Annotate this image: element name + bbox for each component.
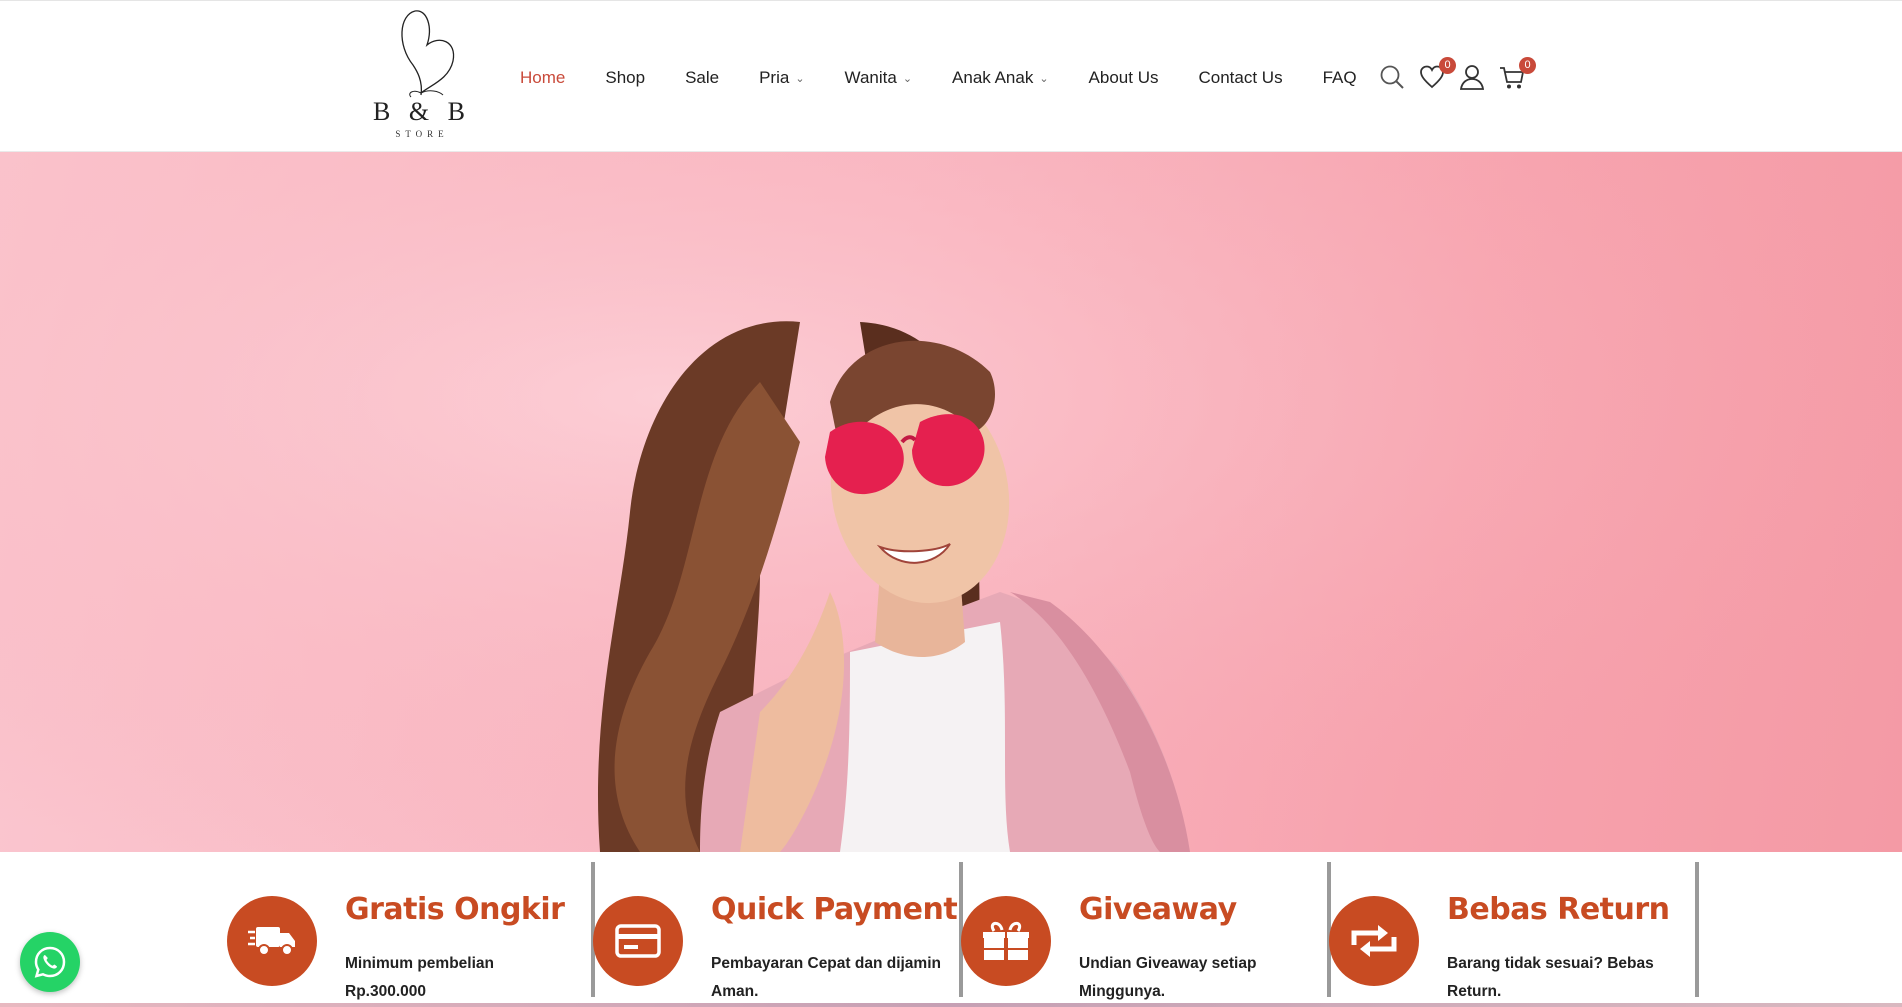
cart-icon[interactable]: 0: [1498, 57, 1536, 93]
nav-label: Contact Us: [1198, 68, 1283, 87]
feature-title: Quick Payment: [711, 892, 958, 927]
nav-label: Wanita: [844, 68, 897, 87]
butterfly-logo-icon: [401, 10, 455, 98]
feature-description: Barang tidak sesuai? Bebas Return.: [1447, 955, 1654, 1000]
nav-label: Sale: [685, 68, 720, 87]
feature-description: Undian Giveaway setiap Minggunya.: [1079, 955, 1257, 1000]
chevron-down-icon: ⌄: [902, 72, 913, 85]
credit-card-icon: [593, 896, 683, 986]
bottom-image-strip: [0, 1003, 1902, 1007]
nav-item-wanita[interactable]: Wanita ⌄: [845, 68, 913, 88]
logo-brand-text: B & B: [373, 97, 471, 126]
chevron-down-icon: ⌄: [795, 72, 805, 85]
return-arrows-icon: [1329, 896, 1419, 986]
nav-item-home[interactable]: Home: [520, 68, 565, 88]
features-bar: Gratis Ongkir Minimum pembelian Rp.300.0…: [0, 852, 1902, 1007]
feature-title: Gratis Ongkir: [345, 892, 565, 927]
logo-sub-text: STORE: [395, 129, 449, 139]
delivery-truck-icon: [227, 896, 317, 986]
feature-bebas-return: Bebas Return Barang tidak sesuai? Bebas …: [1329, 862, 1699, 1000]
nav-label: About Us: [1088, 68, 1159, 87]
feature-description: Minimum pembelian Rp.300.000: [345, 955, 494, 1000]
hero-banner[interactable]: [0, 152, 1902, 852]
feature-description: Pembayaran Cepat dan dijamin Aman.: [711, 955, 941, 1000]
user-icon[interactable]: [1458, 63, 1488, 93]
nav-item-sale[interactable]: Sale: [685, 68, 719, 88]
feature-gratis-ongkir: Gratis Ongkir Minimum pembelian Rp.300.0…: [227, 862, 595, 1000]
store-logo[interactable]: B & B STORE: [372, 5, 472, 151]
nav-label: Pria: [759, 68, 790, 87]
feature-giveaway: Giveaway Undian Giveaway setiap Mingguny…: [961, 862, 1331, 1000]
main-navigation: Home Shop Sale Pria ⌄ Wanita ⌄ Anak Anak ⌄ …: [520, 61, 1397, 95]
feature-title: Giveaway: [1079, 892, 1237, 927]
nav-item-faq[interactable]: FAQ: [1323, 68, 1357, 88]
whatsapp-chat-button[interactable]: [20, 932, 80, 992]
chevron-down-icon: ⌄: [1039, 72, 1049, 85]
nav-label: Home: [520, 68, 566, 87]
heart-icon[interactable]: 0: [1418, 57, 1456, 93]
gift-icon: [961, 896, 1051, 986]
wishlist-count-badge: 0: [1439, 57, 1456, 74]
cart-count-badge: 0: [1519, 57, 1536, 74]
nav-label: Anak Anak: [952, 68, 1034, 87]
search-icon[interactable]: [1378, 63, 1408, 93]
nav-label: FAQ: [1322, 68, 1357, 87]
feature-title: Bebas Return: [1447, 892, 1670, 927]
nav-item-pria[interactable]: Pria ⌄: [759, 68, 804, 88]
feature-quick-payment: Quick Payment Pembayaran Cepat dan dijam…: [593, 862, 963, 1000]
site-header: B & B STORE Home Shop Sale Pria ⌄ Wanita ⌄…: [0, 0, 1902, 152]
nav-item-about-us[interactable]: About Us: [1089, 68, 1159, 88]
nav-item-shop[interactable]: Shop: [605, 68, 645, 88]
nav-item-anak-anak[interactable]: Anak Anak ⌄: [952, 68, 1049, 88]
nav-item-contact-us[interactable]: Contact Us: [1198, 68, 1282, 88]
header-icons: 0 0: [1378, 57, 1538, 93]
hero-woman-photo: [0, 152, 1902, 852]
whatsapp-icon: [34, 946, 66, 978]
nav-label: Shop: [605, 68, 646, 87]
